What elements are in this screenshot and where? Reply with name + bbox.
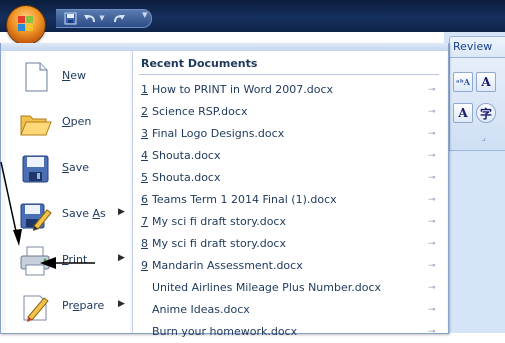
menu-item-new[interactable]: New <box>6 55 130 101</box>
new-document-icon <box>18 60 52 94</box>
menu-item-label: Open <box>62 115 92 128</box>
submenu-arrow-icon: ▶ <box>118 207 125 217</box>
pin-icon[interactable]: ⊸ <box>428 321 436 343</box>
submenu-arrow-icon: ▶ <box>118 299 125 309</box>
pin-icon[interactable]: ⊸ <box>428 101 436 123</box>
recent-document-item[interactable]: United Airlines Mileage Plus Number.docx… <box>141 277 441 299</box>
recent-documents-panel: Recent Documents 1 How to PRINT in Word 2… <box>132 51 447 338</box>
save-disk-icon <box>18 152 52 186</box>
pin-icon[interactable]: ⊸ <box>428 211 436 233</box>
submenu-arrow-icon: ▶ <box>118 253 125 263</box>
office-menu: New Open Save Save As ▶ Print ▶ Prepare … <box>0 43 449 338</box>
undo-icon[interactable] <box>82 11 98 25</box>
character-border-icon[interactable]: A <box>476 72 496 92</box>
pin-icon[interactable]: ⊸ <box>428 189 436 211</box>
recent-document-item[interactable]: 2 Science RSP.docx ⊸ <box>141 101 441 123</box>
pin-icon[interactable]: ⊸ <box>428 167 436 189</box>
character-shading-icon[interactable]: A <box>453 103 473 123</box>
recent-document-item[interactable]: Anime Ideas.docx ⊸ <box>141 299 441 321</box>
menu-item-label: Prepare <box>62 299 105 312</box>
recent-document-item[interactable]: 8 My sci fi draft story.docx ⊸ <box>141 233 441 255</box>
pin-icon[interactable]: ⊸ <box>428 123 436 145</box>
change-case-icon[interactable]: ᵃᵇA <box>453 72 473 92</box>
quick-access-toolbar: ▼ <box>56 9 152 28</box>
recent-document-item[interactable]: 4 Shouta.docx ⊸ <box>141 145 441 167</box>
save-icon[interactable] <box>62 11 78 25</box>
recent-document-item[interactable]: 5 Shouta.docx ⊸ <box>141 167 441 189</box>
menu-item-label: New <box>62 69 86 82</box>
recent-document-item[interactable]: 3 Final Logo Designs.docx ⊸ <box>141 123 441 145</box>
divider <box>139 74 439 75</box>
pin-icon[interactable]: ⊸ <box>428 145 436 167</box>
tab-review[interactable]: Review <box>449 36 505 57</box>
pin-icon[interactable]: ⊸ <box>428 277 436 299</box>
recent-document-item[interactable]: 6 Teams Term 1 2014 Final (1).docx ⊸ <box>141 189 441 211</box>
menu-item-open[interactable]: Open <box>6 101 130 147</box>
prepare-icon <box>18 290 52 324</box>
redo-icon[interactable] <box>111 11 127 25</box>
menu-item-print[interactable]: Print ▶ <box>6 239 130 285</box>
menu-item-save[interactable]: Save <box>6 147 130 193</box>
recent-document-item[interactable]: 9 Mandarin Assessment.docx ⊸ <box>141 255 441 277</box>
pin-icon[interactable]: ⊸ <box>428 299 436 321</box>
customize-icon[interactable]: ▾ <box>142 8 148 21</box>
office-button[interactable] <box>7 6 45 44</box>
recent-documents-title: Recent Documents <box>141 57 258 70</box>
menu-item-label: Save As <box>62 207 106 220</box>
menu-item-label: Print <box>62 253 88 266</box>
recent-document-item[interactable]: 7 My sci fi draft story.docx ⊸ <box>141 211 441 233</box>
save-as-icon <box>18 198 52 232</box>
menu-item-label: Save <box>62 161 90 174</box>
pin-icon[interactable]: ⊸ <box>428 255 436 277</box>
open-folder-icon <box>18 106 52 140</box>
dialog-launcher-icon[interactable]: ⌟ <box>482 133 486 142</box>
recent-document-item[interactable]: Burn your homework.docx ⊸ <box>141 321 441 343</box>
printer-icon <box>18 244 52 278</box>
office-logo-icon <box>18 16 34 32</box>
pin-icon[interactable]: ⊸ <box>428 79 436 101</box>
enclose-characters-icon[interactable]: 字 <box>476 103 496 123</box>
menu-header-strip <box>1 43 448 51</box>
menu-item-save-as[interactable]: Save As ▶ <box>6 193 130 239</box>
undo-dropdown-icon[interactable]: ▼ <box>98 11 106 25</box>
pin-icon[interactable]: ⊸ <box>428 233 436 255</box>
menu-commands: New Open Save Save As ▶ Print ▶ Prepare … <box>6 51 130 333</box>
menu-item-prepare[interactable]: Prepare ▶ <box>6 285 130 331</box>
recent-document-item[interactable]: 1 How to PRINT in Word 2007.docx ⊸ <box>141 79 441 101</box>
